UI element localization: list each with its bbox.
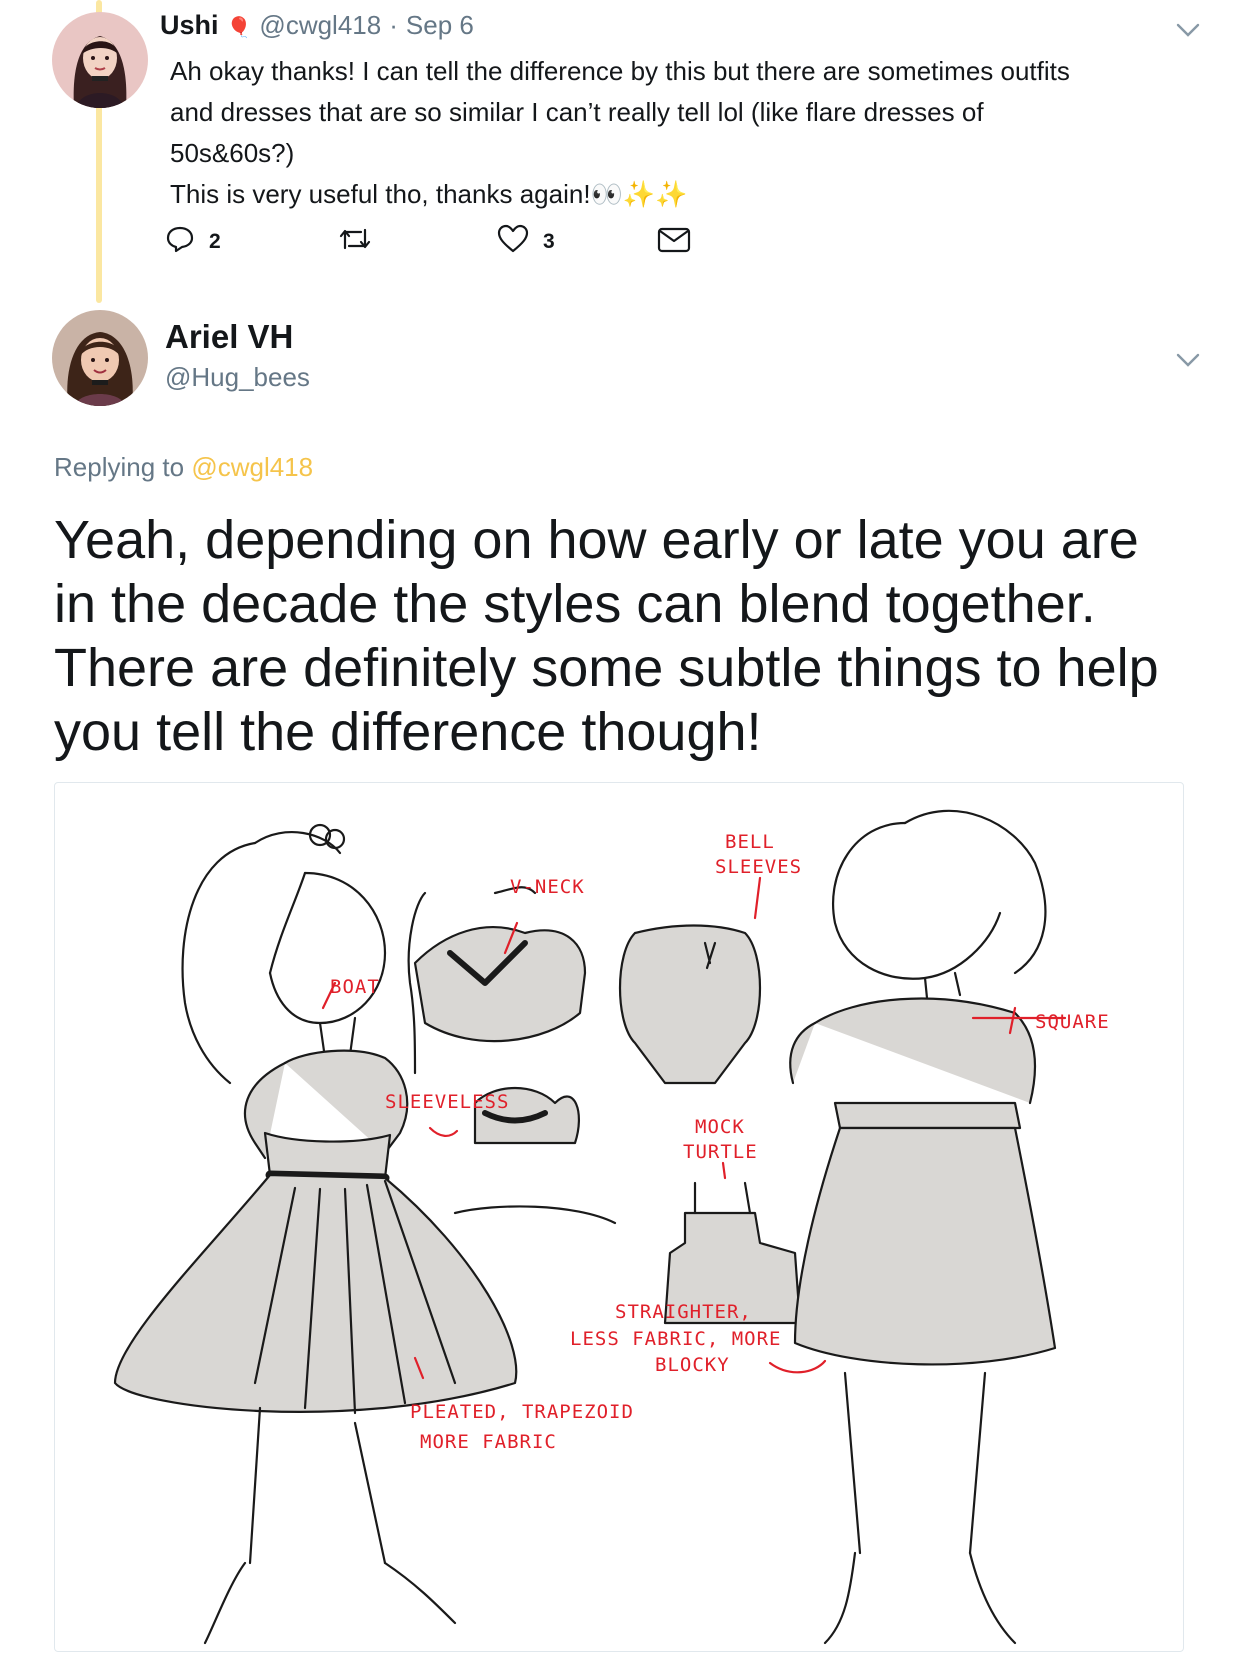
annotation-bell-2: SLEEVES [715,856,802,878]
heart-icon [497,224,529,260]
replying-to: Replying to @cwgl418 [54,452,313,483]
avatar-ariel[interactable] [52,310,148,406]
annotation-pleated-1: PLEATED, TRAPEZOID [410,1401,634,1423]
annotation-straighter-1: STRAIGHTER, [615,1301,752,1323]
chevron-down-icon[interactable] [1174,346,1202,374]
tweet-media-image[interactable]: BOAT V-NECK SLEEVELESS BELL SLEEVES MOCK… [54,782,1184,1652]
retweet-button[interactable] [337,224,373,260]
tweet-text: Yeah, depending on how early or late you… [54,510,1159,762]
annotation-bell-1: BELL [725,831,775,853]
author-name[interactable]: Ariel VH [165,318,293,356]
annotation-mock-1: MOCK [695,1116,745,1138]
reply-icon [165,224,195,260]
annotation-v-neck: V-NECK [510,876,585,898]
dm-button[interactable] [657,227,691,259]
balloon-icon: 🎈 [226,17,252,39]
like-button[interactable]: 3 [497,224,555,260]
tweet-date[interactable]: Sep 6 [406,10,474,41]
chevron-down-icon[interactable] [1174,16,1202,44]
annotation-boat: BOAT [330,976,380,998]
author-name[interactable]: Ushi [160,10,219,41]
avatar-ushi[interactable] [52,12,148,108]
fashion-sketch: BOAT V-NECK SLEEVELESS BELL SLEEVES MOCK… [113,809,1110,1645]
replying-prefix: Replying to [54,452,185,482]
annotation-pleated-2: MORE FABRIC [420,1431,557,1453]
separator-dot: · [389,10,398,40]
like-count: 3 [543,230,555,253]
annotation-straighter-2: LESS FABRIC, MORE [570,1328,781,1350]
annotation-square: SQUARE [1035,1011,1110,1033]
annotation-straighter-3: BLOCKY [655,1354,730,1376]
annotation-sleeveless: SLEEVELESS [385,1091,509,1113]
reply-count: 2 [209,230,221,253]
reply-button[interactable]: 2 [165,224,221,260]
author-handle[interactable]: @cwgl418 [259,10,381,41]
envelope-icon [657,227,691,259]
retweet-icon [337,224,373,260]
annotation-mock-2: TURTLE [683,1141,758,1163]
author-handle[interactable]: @Hug_bees [165,362,310,393]
replying-mention[interactable]: @cwgl418 [191,452,313,482]
tweet-text: Ah okay thanks! I can tell the differenc… [170,56,1070,209]
